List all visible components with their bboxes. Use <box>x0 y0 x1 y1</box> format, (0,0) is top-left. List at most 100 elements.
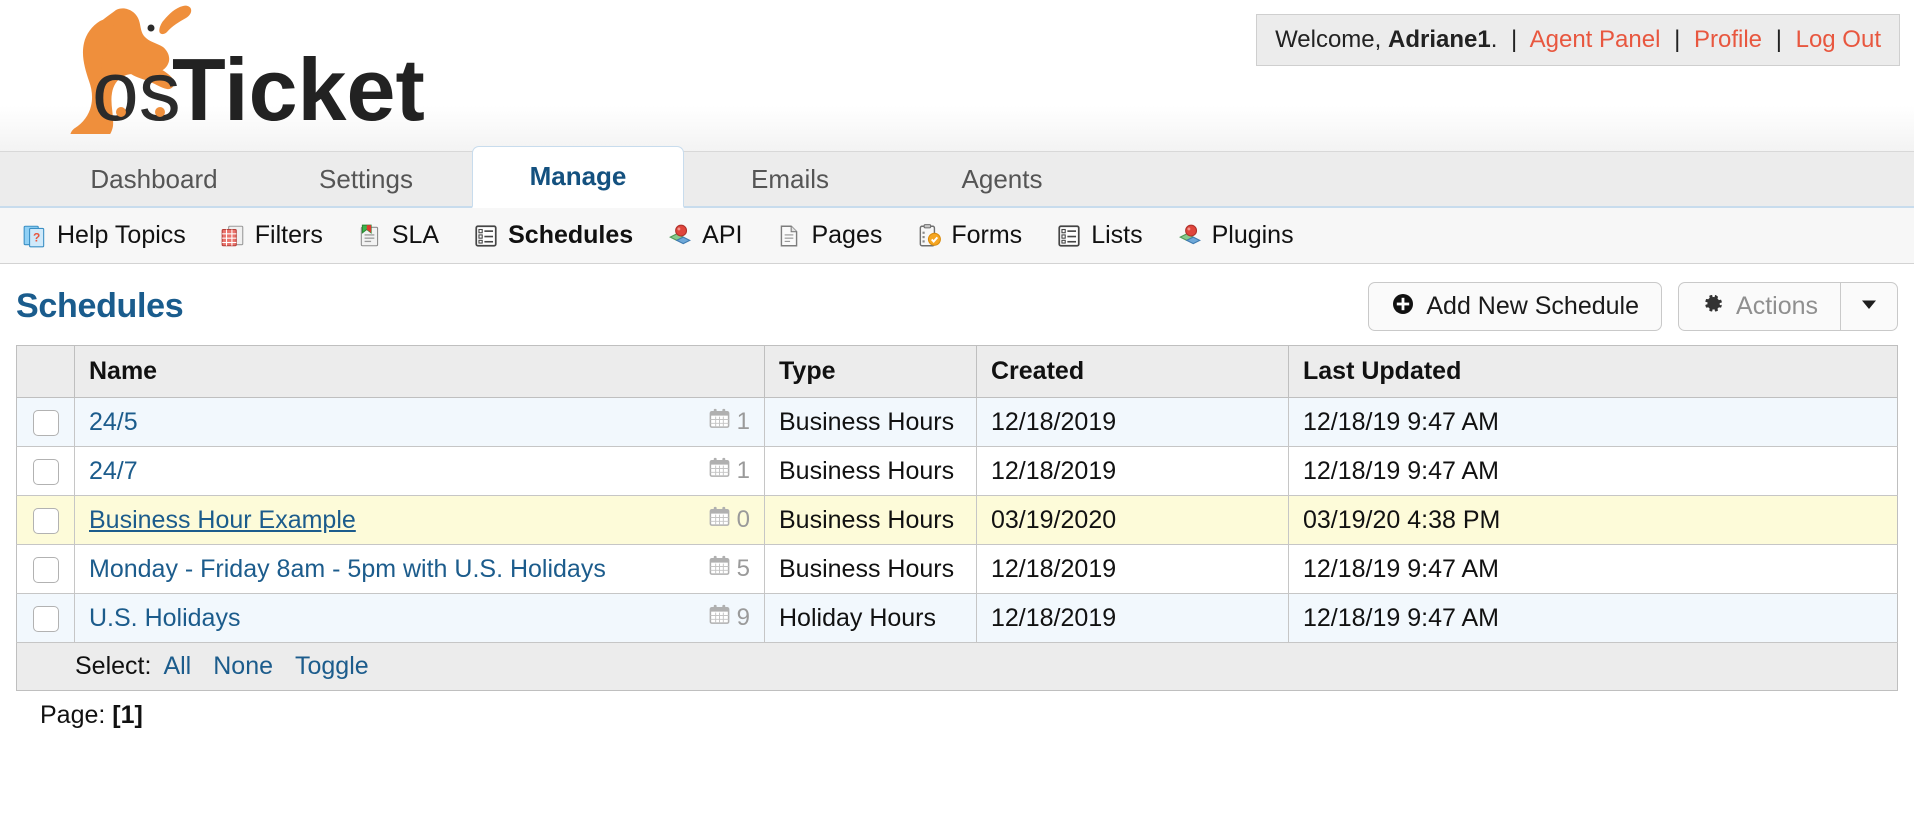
row-checkbox-cell[interactable] <box>16 446 75 496</box>
subnav-label: Forms <box>951 221 1023 249</box>
subnav-item-api[interactable]: API <box>667 221 742 250</box>
add-new-schedule-button[interactable]: Add New Schedule <box>1368 282 1663 331</box>
ostticket-logo[interactable]: os Ticket <box>14 2 434 134</box>
row-updated-cell: 12/18/19 9:47 AM <box>1288 544 1898 594</box>
row-name-cell: 24/5 1 <box>74 397 765 447</box>
actions-split-button: Actions <box>1678 282 1898 331</box>
plugins-icon <box>1177 223 1203 249</box>
row-name-cell: Monday - Friday 8am - 5pm with U.S. Holi… <box>74 544 765 594</box>
add-new-schedule-label: Add New Schedule <box>1426 292 1640 320</box>
row-checkbox[interactable] <box>32 458 59 485</box>
row-checkbox-cell[interactable] <box>16 495 75 545</box>
calendar-icon <box>708 505 731 535</box>
select-bar: Select: All None Toggle <box>16 643 1898 691</box>
column-header-type[interactable]: Type <box>764 345 977 398</box>
table-header-row: Name Type Created Last Updated <box>16 345 1898 398</box>
schedule-link[interactable]: Business Hour Example <box>89 506 356 535</box>
chevron-down-icon <box>1859 294 1879 319</box>
subnav-item-help-topics[interactable]: ? Help Topics <box>22 221 186 250</box>
row-checkbox[interactable] <box>32 507 59 534</box>
schedule-icon <box>473 223 499 249</box>
subnav-item-forms[interactable]: Forms <box>916 221 1022 250</box>
schedule-link[interactable]: 24/7 <box>89 457 138 486</box>
row-type-cell: Business Hours <box>764 544 977 594</box>
select-toggle-link[interactable]: Toggle <box>295 652 369 681</box>
row-checkbox-cell[interactable] <box>16 593 75 643</box>
row-checkbox[interactable] <box>32 556 59 583</box>
page-number[interactable]: [1] <box>112 701 143 729</box>
row-type-cell: Business Hours <box>764 397 977 447</box>
table-row: Business Hour Example 0 Business Hours 0… <box>16 495 1898 545</box>
welcome-divider-3: | <box>1775 26 1782 53</box>
row-checkbox[interactable] <box>32 605 59 632</box>
api-icon <box>667 223 693 249</box>
row-checkbox-cell[interactable] <box>16 397 75 447</box>
select-none-link[interactable]: None <box>213 652 273 681</box>
subnav-item-lists[interactable]: Lists <box>1056 221 1143 250</box>
row-updated-cell: 03/19/20 4:38 PM <box>1288 495 1898 545</box>
help-topic-icon: ? <box>22 223 48 249</box>
tab-settings[interactable]: Settings <box>260 155 472 206</box>
subnav-label: Filters <box>254 221 323 249</box>
toolbar: Add New Schedule Actions <box>1368 282 1898 331</box>
calendar-icon <box>708 456 731 486</box>
subnav-item-sla[interactable]: SLA <box>357 221 439 250</box>
lists-icon <box>1056 223 1082 249</box>
select-all-link[interactable]: All <box>163 652 191 681</box>
row-checkbox-cell[interactable] <box>16 544 75 594</box>
select-all-header <box>16 345 75 398</box>
plus-circle-icon <box>1391 292 1415 321</box>
subnav-item-filters[interactable]: Filters <box>220 221 323 250</box>
select-label: Select: <box>75 652 152 680</box>
sla-icon <box>357 223 383 249</box>
table-row: 24/7 1 Business Hours 12/18/2019 12/18/1… <box>16 446 1898 496</box>
entry-count: 9 <box>708 603 750 633</box>
calendar-icon <box>708 407 731 437</box>
profile-link[interactable]: Profile <box>1694 26 1762 53</box>
row-updated-cell: 12/18/19 9:47 AM <box>1288 446 1898 496</box>
tab-dashboard[interactable]: Dashboard <box>48 155 260 206</box>
pages-icon <box>776 223 802 249</box>
column-header-created[interactable]: Created <box>976 345 1289 398</box>
column-header-last-updated[interactable]: Last Updated <box>1288 345 1898 398</box>
tab-manage[interactable]: Manage <box>472 146 684 208</box>
subnav-label: Plugins <box>1211 221 1294 249</box>
log-out-link[interactable]: Log Out <box>1796 26 1881 53</box>
page-title: Schedules <box>16 287 184 325</box>
tab-agents[interactable]: Agents <box>896 155 1108 206</box>
subnav-item-pages[interactable]: Pages <box>776 221 882 250</box>
row-name-cell: 24/7 1 <box>74 446 765 496</box>
subnav-label: SLA <box>391 221 440 249</box>
schedule-link[interactable]: U.S. Holidays <box>89 604 240 633</box>
row-created-cell: 12/18/2019 <box>976 544 1289 594</box>
subnav-item-schedules[interactable]: Schedules <box>473 221 633 250</box>
agent-panel-link[interactable]: Agent Panel <box>1530 26 1661 53</box>
row-type-cell: Business Hours <box>764 446 977 496</box>
row-created-cell: 12/18/2019 <box>976 446 1289 496</box>
entry-count: 1 <box>708 407 750 437</box>
count-value: 9 <box>736 604 750 631</box>
actions-button[interactable]: Actions <box>1678 282 1841 331</box>
site-header: os Ticket Welcome, Adriane1. | Agent Pan… <box>0 0 1914 152</box>
count-value: 0 <box>736 506 750 533</box>
welcome-prefix: Welcome, <box>1275 26 1382 53</box>
column-header-name[interactable]: Name <box>74 345 765 398</box>
page-header-row: Schedules Add New Schedule Actions <box>16 264 1898 345</box>
row-created-cell: 12/18/2019 <box>976 593 1289 643</box>
row-created-cell: 12/18/2019 <box>976 397 1289 447</box>
schedule-link[interactable]: 24/5 <box>89 408 138 437</box>
row-checkbox[interactable] <box>32 409 59 436</box>
row-created-cell: 03/19/2020 <box>976 495 1289 545</box>
entry-count: 5 <box>708 554 750 584</box>
primary-nav: Dashboard Settings Manage Emails Agents <box>0 146 1914 208</box>
schedules-table: Name Type Created Last Updated 24/5 1 Bu… <box>16 345 1898 643</box>
welcome-divider-1: | <box>1511 26 1518 53</box>
subnav-item-plugins[interactable]: Plugins <box>1177 221 1294 250</box>
schedule-link[interactable]: Monday - Friday 8am - 5pm with U.S. Holi… <box>89 555 606 584</box>
subnav-label: Pages <box>811 221 883 249</box>
table-row: Monday - Friday 8am - 5pm with U.S. Holi… <box>16 544 1898 594</box>
subnav-label: Help Topics <box>57 221 186 249</box>
tab-emails[interactable]: Emails <box>684 155 896 206</box>
filter-icon <box>220 223 246 249</box>
actions-dropdown-toggle[interactable] <box>1841 282 1898 331</box>
